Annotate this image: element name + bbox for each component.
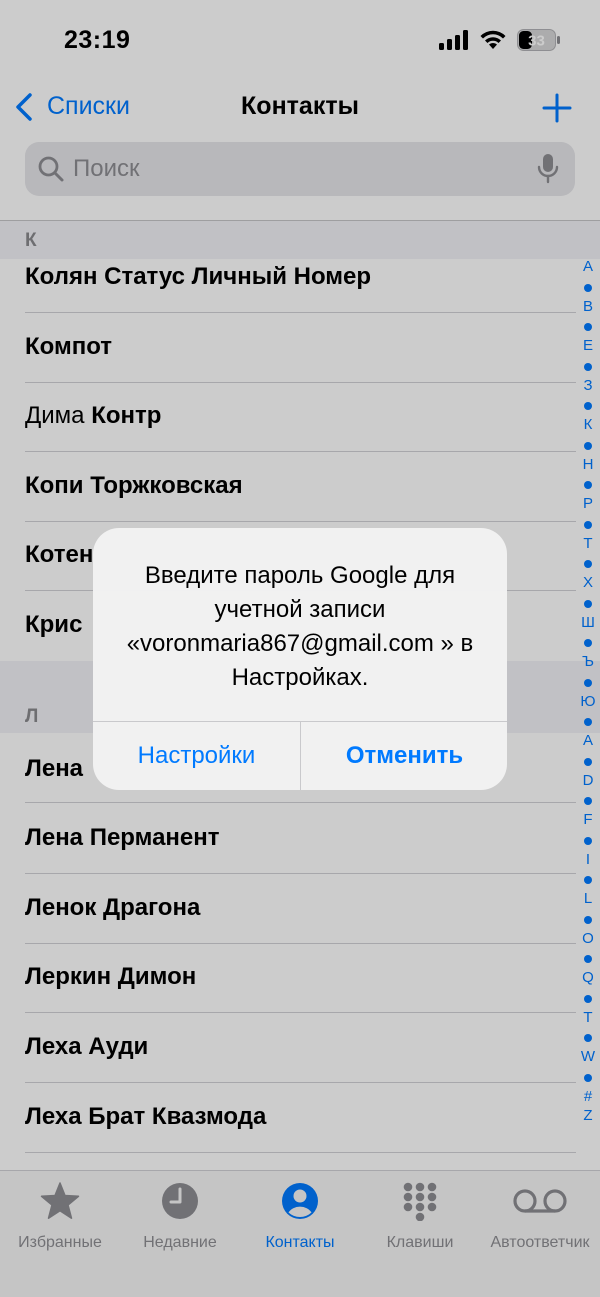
alert-message: Введите пароль Google для учетной записи… bbox=[126, 562, 474, 691]
alert-dialog: Введите пароль Google для учетной записи… bbox=[93, 528, 507, 790]
settings-button[interactable]: Настройки bbox=[93, 722, 300, 790]
cancel-button[interactable]: Отменить bbox=[301, 722, 507, 790]
